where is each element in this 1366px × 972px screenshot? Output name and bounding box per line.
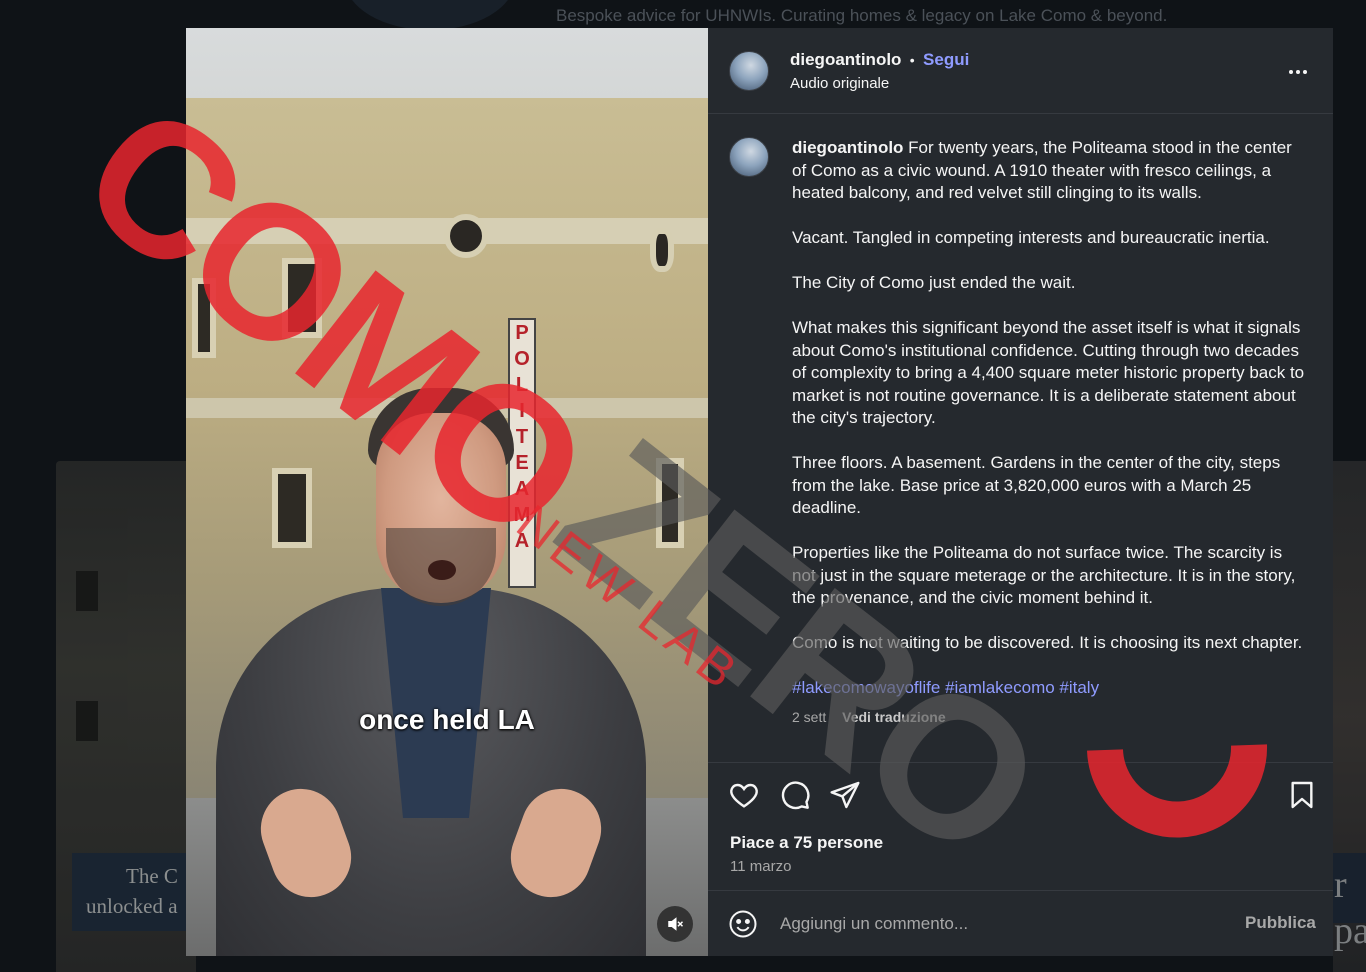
thumbnail-caption-fragment: r pa (1334, 862, 1366, 954)
caption-paragraph: Vacant. Tangled in competing interests a… (792, 228, 1270, 247)
paper-plane-icon (830, 781, 860, 809)
caption-author-username[interactable]: diegoantinolo (792, 138, 903, 157)
caption-paragraph: The City of Como just ended the wait. (792, 273, 1076, 292)
speaker-muted-icon (668, 917, 684, 931)
speaker-mouth (428, 560, 456, 580)
post-caption: diegoantinolo For twenty years, the Poli… (792, 137, 1307, 728)
sign-letter: M (513, 504, 531, 526)
save-button[interactable] (1286, 779, 1320, 813)
caption-paragraph: Como is not waiting to be discovered. It… (792, 633, 1303, 652)
comment-button[interactable] (779, 779, 813, 813)
post-modal: P O L I T E A M A once held LA diegoanti… (186, 28, 1333, 956)
emoji-smile-icon (729, 910, 757, 938)
likes-count[interactable]: Piace a 75 persone (730, 833, 883, 853)
building-window (282, 258, 322, 338)
separator-dot: • (905, 52, 919, 68)
building-window (656, 458, 684, 548)
post-actions: Piace a 75 persone 11 marzo (708, 762, 1333, 890)
like-button[interactable] (728, 779, 762, 813)
comment-input[interactable] (780, 911, 1220, 937)
sign-letter: P (515, 322, 529, 344)
caption-paragraph: Three floors. A basement. Gardens in the… (792, 453, 1281, 517)
background-profile-avatar (345, 0, 515, 30)
comment-bubble-icon (781, 781, 810, 810)
caption-author-avatar[interactable] (729, 137, 769, 177)
post-header: diegoantinolo • Segui Audio originale (708, 28, 1333, 114)
sign-letter: L (515, 374, 529, 396)
more-options-button[interactable] (1286, 60, 1310, 89)
building-round-window (650, 228, 674, 272)
post-details-pane: diegoantinolo • Segui Audio originale di… (708, 28, 1333, 956)
caption-paragraph: What makes this significant beyond the a… (792, 318, 1305, 427)
caption-meta: 2 sett Vedi traduzione (792, 706, 1307, 729)
video-subtitle: once held LA (359, 704, 535, 735)
audio-label[interactable]: Audio originale (790, 75, 889, 92)
building-round-window (444, 214, 488, 258)
thumbnail-caption-line: unlocked a (86, 894, 178, 918)
comment-bar: Pubblica (708, 890, 1333, 956)
post-time-ago[interactable]: 2 sett (792, 709, 826, 725)
building-window (272, 468, 312, 548)
emoji-picker-button[interactable] (728, 909, 758, 944)
thumbnail-window (76, 571, 98, 611)
see-translation-button[interactable]: Vedi traduzione (842, 709, 945, 725)
sign-letter: A (514, 530, 530, 552)
thumbnail-caption-line: The C (126, 864, 178, 888)
reel-video[interactable]: P O L I T E A M A once held LA (186, 28, 708, 956)
building-window (192, 278, 216, 358)
caption-paragraph: Properties like the Politeama do not sur… (792, 543, 1296, 607)
thumbnail-caption-line: r (1334, 864, 1347, 906)
heart-icon (730, 783, 758, 808)
publish-comment-button[interactable]: Pubblica (1245, 913, 1316, 933)
mute-toggle-button[interactable] (657, 906, 693, 942)
follow-button[interactable]: Segui (923, 50, 969, 69)
thumbnail-window (76, 701, 98, 741)
post-date[interactable]: 11 marzo (730, 858, 791, 875)
caption-paragraph: diegoantinolo For twenty years, the Poli… (792, 137, 1307, 205)
sign-letter: O (514, 348, 530, 370)
hashtag-links[interactable]: #lakecomowayoflife #iamlakecomo #italy (792, 677, 1307, 700)
author-username[interactable]: diegoantinolo (790, 50, 901, 69)
background-bio-text: Bespoke advice for UHNWIs. Curating home… (556, 6, 1168, 25)
bookmark-icon (1291, 781, 1313, 809)
more-horizontal-icon (1289, 70, 1307, 74)
share-button[interactable] (829, 779, 863, 813)
sign-letter: A (514, 478, 530, 500)
sign-letter: I (519, 400, 525, 422)
author-avatar[interactable] (729, 51, 769, 91)
thumbnail-caption-line: pa (1334, 910, 1366, 952)
